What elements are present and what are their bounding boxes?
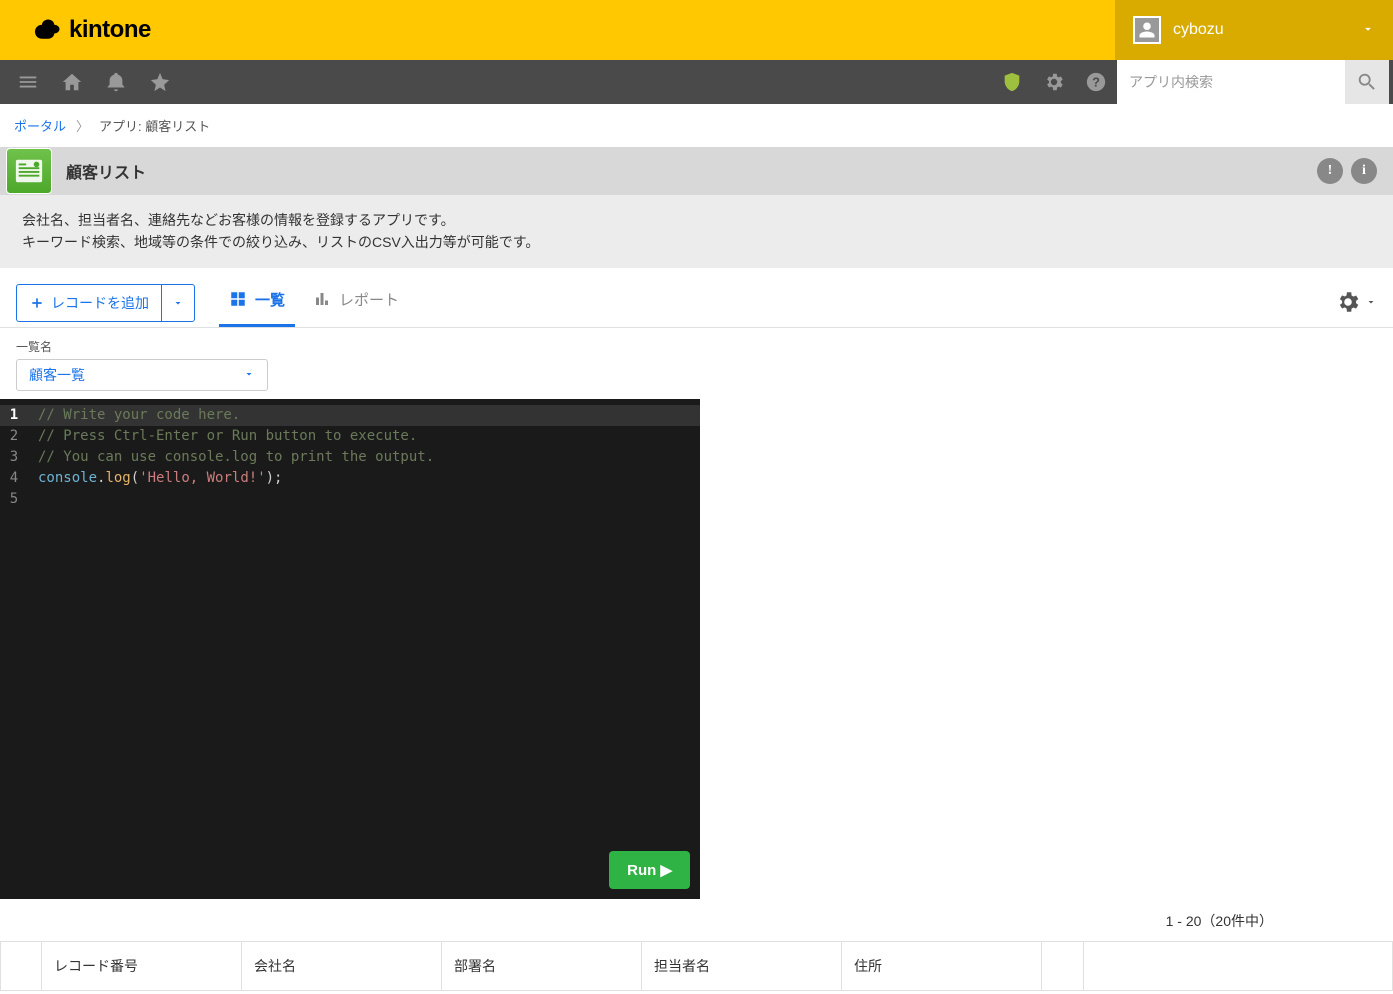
star-icon[interactable] xyxy=(140,60,180,104)
cloud-icon xyxy=(35,18,63,42)
app-desc-line2: キーワード検索、地域等の条件での絞り込み、リストのCSV入出力等が可能です。 xyxy=(22,231,1371,253)
table-header-address[interactable]: 住所 xyxy=(842,942,1042,991)
view-select[interactable]: 顧客一覧 xyxy=(16,359,268,391)
table-header-department[interactable]: 部署名 xyxy=(442,942,642,991)
brand-text: kintone xyxy=(69,16,151,44)
help-icon[interactable]: ? xyxy=(1075,60,1117,104)
table-header-blank-left xyxy=(0,942,42,991)
home-icon[interactable] xyxy=(52,60,92,104)
alert-button[interactable]: ! xyxy=(1317,158,1343,184)
add-record-button[interactable]: レコードを追加 xyxy=(17,285,162,321)
add-record-dropdown[interactable] xyxy=(162,285,194,321)
pagination-info: 1 - 20（20件中） xyxy=(0,899,1393,941)
plus-icon xyxy=(29,295,45,311)
chart-bar-icon xyxy=(313,290,331,308)
code-line-4: console.log('Hello, World!'); xyxy=(28,468,282,489)
info-button[interactable]: i xyxy=(1351,158,1377,184)
breadcrumb-portal[interactable]: ポータル xyxy=(14,116,66,135)
code-line-2: // Press Ctrl-Enter or Run button to exe… xyxy=(38,428,417,444)
view-label: 一覧名 xyxy=(16,338,1377,355)
tab-report[interactable]: レポート xyxy=(303,279,409,327)
svg-text:?: ? xyxy=(1092,75,1100,90)
code-line-5 xyxy=(28,489,38,510)
app-title: 顧客リスト xyxy=(66,159,146,183)
table-header-row: レコード番号 会社名 部署名 担当者名 住所 xyxy=(0,941,1393,991)
gear-icon xyxy=(1335,289,1361,318)
search-input[interactable] xyxy=(1117,60,1345,104)
menu-icon[interactable] xyxy=(8,60,48,104)
chevron-down-icon xyxy=(172,297,184,309)
avatar xyxy=(1133,16,1161,44)
brand-logo[interactable]: kintone xyxy=(35,16,151,44)
chevron-down-icon xyxy=(1361,22,1375,39)
app-settings-button[interactable] xyxy=(1335,289,1377,318)
breadcrumb: ポータル 〉 アプリ: 顧客リスト xyxy=(0,104,1393,147)
tab-report-label: レポート xyxy=(339,289,399,310)
table-header-extra xyxy=(1084,942,1393,991)
search-button[interactable] xyxy=(1345,60,1393,104)
run-button[interactable]: Run ▶ xyxy=(609,851,690,889)
view-select-value: 顧客一覧 xyxy=(29,365,85,385)
chevron-down-icon xyxy=(243,367,255,383)
add-record-button-group: レコードを追加 xyxy=(16,284,195,322)
table-header-company[interactable]: 会社名 xyxy=(242,942,442,991)
add-record-label: レコードを追加 xyxy=(51,293,149,313)
tab-list[interactable]: 一覧 xyxy=(219,279,295,327)
bell-icon[interactable] xyxy=(96,60,136,104)
grid-icon xyxy=(229,290,247,308)
shield-icon[interactable] xyxy=(991,60,1033,104)
app-desc-line1: 会社名、担当者名、連絡先などお客様の情報を登録するアプリです。 xyxy=(22,209,1371,231)
gear-icon[interactable] xyxy=(1033,60,1075,104)
app-icon xyxy=(6,148,52,194)
table-header-record-no[interactable]: レコード番号 xyxy=(42,942,242,991)
code-line-1: // Write your code here. xyxy=(38,407,240,423)
app-description: 会社名、担当者名、連絡先などお客様の情報を登録するアプリです。 キーワード検索、… xyxy=(0,195,1393,268)
tab-list-label: 一覧 xyxy=(255,289,285,310)
table-header-contact[interactable]: 担当者名 xyxy=(642,942,842,991)
chevron-down-icon xyxy=(1365,295,1377,311)
code-line-3: // You can use console.log to print the … xyxy=(38,449,434,465)
breadcrumb-separator: 〉 xyxy=(76,116,89,135)
username: cybozu xyxy=(1173,21,1224,39)
user-menu[interactable]: cybozu xyxy=(1115,0,1393,60)
breadcrumb-current: アプリ: 顧客リスト xyxy=(99,116,210,135)
code-editor[interactable]: 1// Write your code here. 2// Press Ctrl… xyxy=(0,399,700,899)
table-header-blank-right xyxy=(1042,942,1084,991)
